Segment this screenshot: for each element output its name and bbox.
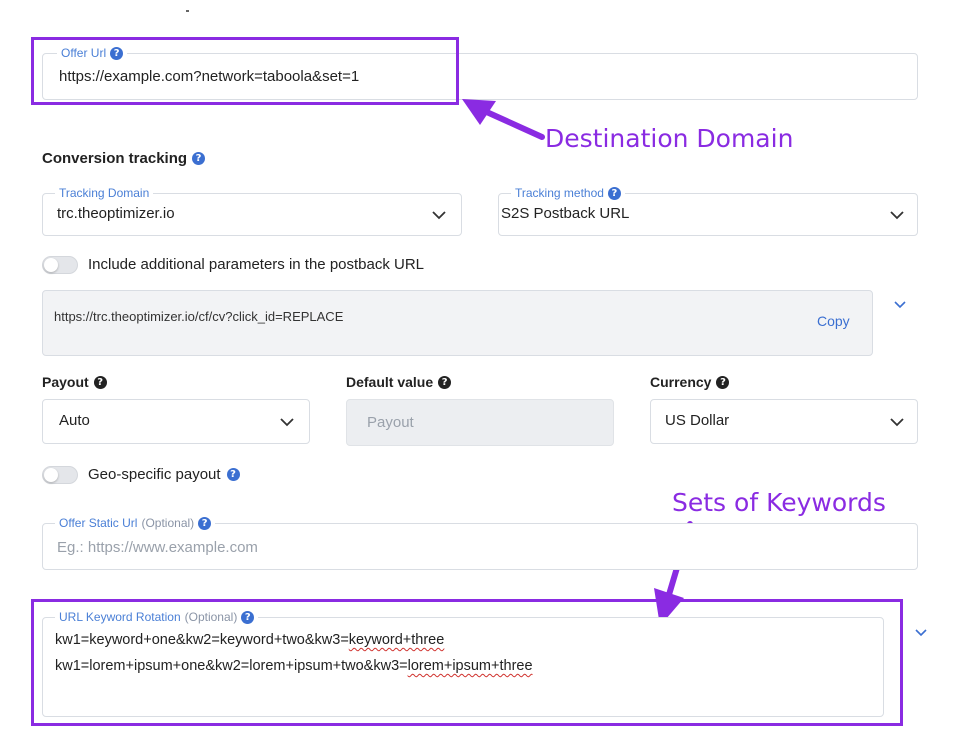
tracking-method-label: Tracking method [515, 186, 604, 200]
tracking-domain-select[interactable]: Tracking Domain trc.theoptimizer.io [42, 186, 462, 236]
keyword-rotation-line-2-misspelled: lorem+ipsum+three [407, 658, 533, 674]
offer-static-url-placeholder: Eg.: https://www.example.com [57, 539, 258, 556]
keyword-rotation-textarea[interactable]: URL Keyword Rotation (Optional) ? kw1=ke… [42, 610, 884, 717]
offer-static-url-field[interactable]: Offer Static Url (Optional) ? Eg.: https… [42, 516, 918, 570]
default-value-input: Payout [346, 399, 614, 446]
sets-of-keywords-annotation: Sets of Keywords [672, 488, 886, 517]
keyword-rotation-line-2-prefix: kw1=lorem+ipsum+one&kw2=lorem+ipsum+two&… [55, 658, 408, 674]
question-icon[interactable]: ? [93, 375, 107, 389]
copy-button[interactable]: Copy [817, 313, 850, 329]
conversion-tracking-label: Conversion tracking [42, 150, 188, 167]
chevron-down-icon[interactable] [279, 417, 295, 427]
include-params-toggle[interactable] [42, 256, 78, 274]
tracking-domain-legend: Tracking Domain [55, 186, 154, 200]
offer-url-legend: Offer Url ? [57, 46, 128, 60]
default-value-placeholder: Payout [367, 414, 414, 431]
offer-url-value[interactable]: https://example.com?network=taboola&set=… [59, 68, 359, 85]
chevron-down-icon[interactable] [893, 300, 907, 309]
keyword-rotation-label: URL Keyword Rotation [59, 610, 181, 624]
include-params-label: Include additional parameters in the pos… [88, 256, 424, 273]
currency-label: Currency [650, 374, 712, 390]
tracking-domain-label: Tracking Domain [59, 186, 150, 200]
default-value-title: Default value ? [346, 374, 452, 390]
arrow-icon [462, 99, 545, 140]
question-icon[interactable]: ? [198, 516, 212, 530]
conversion-tracking-title: Conversion tracking ? [42, 150, 206, 167]
tracking-method-legend: Tracking method ? [511, 186, 625, 200]
keyword-rotation-line-1-prefix: kw1=keyword+one&kw2=keyword+two&kw3= [55, 632, 349, 648]
destination-domain-annotation: Destination Domain [545, 124, 794, 153]
question-icon[interactable]: ? [192, 152, 206, 165]
currency-value: US Dollar [665, 412, 730, 429]
question-icon[interactable]: ? [438, 375, 452, 389]
payout-label: Payout [42, 374, 89, 390]
top-dash [186, 10, 189, 12]
keyword-rotation-line-1-misspelled: keyword+three [348, 632, 445, 648]
payout-value: Auto [59, 412, 90, 429]
chevron-down-icon[interactable] [431, 210, 447, 220]
payout-select[interactable]: Auto [42, 399, 310, 444]
keyword-rotation-optional: (Optional) [184, 610, 238, 624]
offer-static-url-legend: Offer Static Url (Optional) ? [55, 516, 216, 530]
keyword-rotation-line-1: kw1=keyword+one&kw2=keyword+two&kw3=keyw… [55, 632, 444, 648]
offer-url-field[interactable]: Offer Url ? https://example.com?network=… [42, 46, 918, 100]
postback-url-box: https://trc.theoptimizer.io/cf/cv?click_… [42, 290, 873, 356]
chevron-down-icon[interactable] [889, 210, 905, 220]
offer-static-url-label: Offer Static Url [59, 516, 138, 530]
currency-select[interactable]: US Dollar [650, 399, 918, 444]
chevron-down-icon[interactable] [914, 628, 928, 637]
default-value-label: Default value [346, 374, 434, 390]
currency-title: Currency ? [650, 374, 730, 390]
payout-title: Payout ? [42, 374, 107, 390]
include-params-text: Include additional parameters in the pos… [88, 256, 425, 273]
offer-static-url-optional: (Optional) [141, 516, 195, 530]
question-icon[interactable]: ? [110, 46, 124, 60]
question-icon[interactable]: ? [607, 186, 621, 200]
tracking-method-value: S2S Postback URL [501, 205, 630, 222]
question-icon[interactable]: ? [226, 468, 240, 481]
question-icon[interactable]: ? [716, 375, 730, 389]
question-icon[interactable]: ? [241, 610, 255, 624]
geo-payout-toggle[interactable] [42, 466, 78, 484]
geo-payout-label: Geo-specific payout ? [88, 466, 240, 483]
tracking-method-select[interactable]: Tracking method ? S2S Postback URL [498, 186, 918, 236]
keyword-rotation-line-2: kw1=lorem+ipsum+one&kw2=lorem+ipsum+two&… [55, 658, 533, 674]
postback-url-text: https://trc.theoptimizer.io/cf/cv?click_… [54, 309, 344, 324]
geo-payout-text: Geo-specific payout [88, 466, 221, 483]
keyword-rotation-legend: URL Keyword Rotation (Optional) ? [55, 610, 259, 624]
offer-url-label: Offer Url [61, 46, 107, 60]
tracking-domain-value: trc.theoptimizer.io [57, 205, 175, 222]
chevron-down-icon[interactable] [889, 417, 905, 427]
